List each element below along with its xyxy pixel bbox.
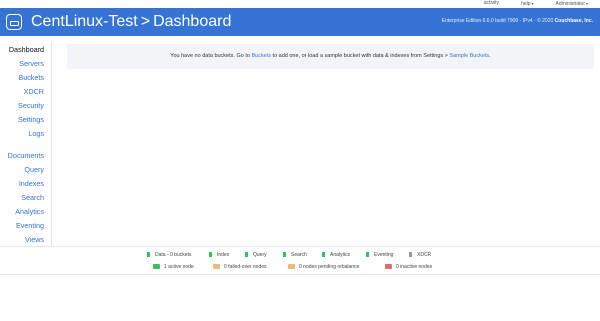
server-icon [153, 264, 160, 269]
service-label: Index [217, 252, 230, 258]
sidebar-item-views[interactable]: Views [25, 235, 44, 244]
help-label: help [521, 1, 531, 7]
sidebar-item-eventing[interactable]: Eventing [16, 221, 44, 230]
sidebar-item-indexes[interactable]: Indexes [19, 179, 44, 188]
service-query[interactable]: Query [245, 252, 267, 258]
company-name: Couchbase, Inc. [554, 18, 593, 24]
user-menu[interactable]: Administrator▾ [556, 0, 588, 8]
sidebar-item-logs[interactable]: Logs [28, 129, 44, 138]
alert-text-3: . [489, 53, 491, 59]
service-data[interactable]: Data - 0 buckets [147, 252, 191, 258]
service-label: Query [253, 252, 267, 258]
top-bar: activity help▾ Administrator▾ [0, 0, 600, 8]
page-title: CentLinux-Test > Dashboard [31, 12, 231, 32]
service-label: Eventing [374, 252, 394, 258]
activity-link[interactable]: activity [484, 0, 499, 8]
server-icon [213, 264, 220, 269]
stat-pending-rebalance[interactable]: 0 nodes pending rebalance [288, 264, 359, 270]
alert-text-1: You have no data buckets. Go to [170, 53, 252, 59]
stat-label: 1 active node [164, 264, 194, 270]
server-icon [385, 264, 392, 269]
no-buckets-alert: You have no data buckets. Go to Buckets … [67, 44, 594, 69]
service-status-icon [245, 252, 248, 257]
service-status-icon [283, 252, 286, 257]
server-icon [288, 264, 295, 269]
sidebar-item-settings[interactable]: Settings [18, 115, 44, 124]
service-status-icon [209, 252, 212, 257]
sidebar-item-security[interactable]: Security [18, 101, 44, 110]
user-label: Administrator [555, 1, 585, 7]
stat-failed-over-nodes[interactable]: 0 failed-over nodes [213, 264, 267, 270]
buckets-link[interactable]: Buckets [251, 53, 271, 59]
service-eventing[interactable]: Eventing [366, 252, 393, 258]
service-status-icon [322, 252, 325, 257]
sidebar-item-analytics[interactable]: Analytics [15, 207, 44, 216]
service-label: XDCR [417, 252, 432, 258]
service-label: Analytics [330, 252, 351, 258]
help-menu[interactable]: help▾ [521, 0, 533, 8]
edition-info: Enterprise Edition 6.6.0 build 7909 · IP… [442, 18, 593, 24]
status-footer: Data - 0 buckets Index Query Search Anal… [0, 246, 600, 275]
page-name: Dashboard [153, 13, 232, 30]
service-label: Search [291, 252, 307, 258]
service-analytics[interactable]: Analytics [322, 252, 350, 258]
stat-label: 0 nodes pending rebalance [299, 264, 360, 270]
edition-text: Enterprise Edition 6.6.0 build 7909 · IP… [441, 18, 554, 24]
stat-active-nodes[interactable]: 1 active node [153, 264, 194, 270]
couchbase-logo-icon [6, 14, 22, 30]
service-search[interactable]: Search [283, 252, 307, 258]
service-status-icon [366, 252, 369, 257]
top-nav: activity help▾ Administrator▾ [484, 0, 588, 8]
service-xdcr[interactable]: XDCR [409, 252, 431, 258]
sidebar-item-query[interactable]: Query [24, 165, 44, 174]
stat-inactive-nodes[interactable]: 0 inactive nodes [385, 264, 432, 270]
chevron-down-icon: ▾ [585, 1, 588, 6]
service-index[interactable]: Index [209, 252, 229, 258]
sidebar-item-dashboard[interactable]: Dashboard [9, 45, 44, 54]
chevron-down-icon: ▾ [531, 1, 534, 6]
sample-buckets-link[interactable]: Sample Buckets [449, 53, 489, 59]
sidebar-nav: Dashboard Servers Buckets XDCR Security … [0, 42, 52, 246]
app-header: CentLinux-Test > Dashboard Enterprise Edit… [0, 8, 600, 36]
sidebar-item-servers[interactable]: Servers [19, 59, 44, 68]
alert-text-2: to add one, or load a sample bucket with… [271, 53, 450, 59]
sidebar-item-documents[interactable]: Documents [8, 151, 44, 160]
service-status-icon [147, 252, 150, 257]
cluster-name: CentLinux-Test [31, 13, 138, 30]
stat-label: 0 failed-over nodes [224, 264, 267, 270]
sidebar-item-buckets[interactable]: Buckets [18, 73, 44, 82]
service-status-icon [409, 252, 412, 257]
breadcrumb-separator: > [140, 13, 151, 30]
sidebar-item-search[interactable]: Search [21, 193, 44, 202]
stat-label: 0 inactive nodes [396, 264, 433, 270]
sidebar-item-xdcr[interactable]: XDCR [24, 87, 44, 96]
service-label: Data - 0 buckets [155, 252, 192, 258]
